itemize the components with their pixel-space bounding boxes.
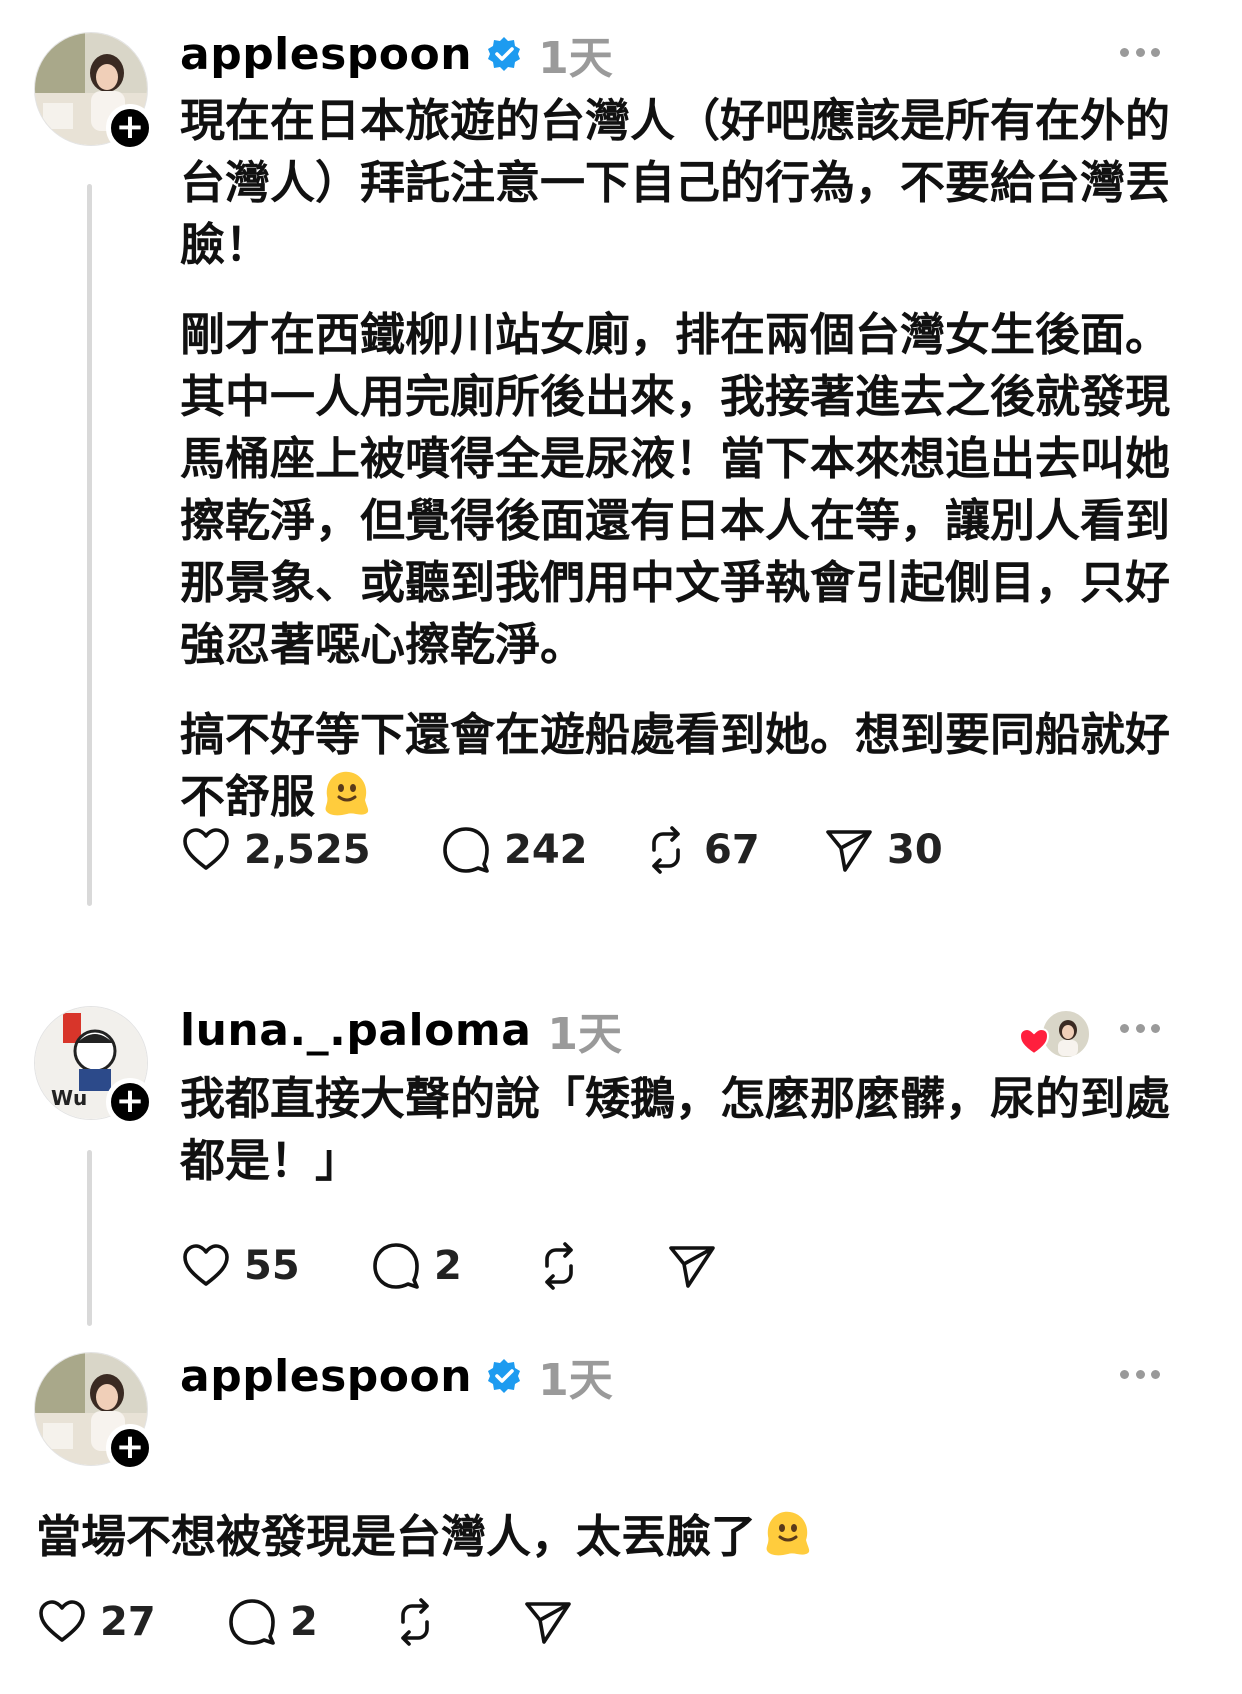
- post-body: 我都直接大聲的說「矮鵝，怎麼那麼髒，尿的到處都是！」: [180, 1068, 1170, 1192]
- like-button[interactable]: 2,525: [180, 824, 440, 876]
- like-button[interactable]: 27: [36, 1596, 226, 1648]
- comment-button[interactable]: 242: [440, 824, 640, 876]
- post-paragraph: 我都直接大聲的說「矮鵝，怎麼那麼髒，尿的到處都是！」: [180, 1072, 1171, 1187]
- svg-text:Wu: Wu: [51, 1086, 87, 1110]
- post-paragraph: 搞不好等下還會在遊船處看到她。想到要同船就好不舒服: [180, 704, 1170, 828]
- like-count: 2,525: [244, 827, 371, 873]
- post-actions: 2,525 242 67 30: [180, 820, 943, 880]
- repost-icon: [401, 1598, 429, 1646]
- username[interactable]: luna._.paloma: [180, 1005, 531, 1056]
- post-actions: 55 2: [180, 1236, 718, 1296]
- comment-button[interactable]: 2: [370, 1240, 533, 1292]
- repost-icon: [652, 826, 680, 874]
- avatar[interactable]: +: [34, 1352, 154, 1472]
- follow-plus-icon[interactable]: +: [106, 104, 154, 152]
- comment-count: 2: [434, 1243, 462, 1289]
- repost-button[interactable]: [533, 1240, 666, 1292]
- thread-post-3: + applespoon 1天 當場不想被發現是台灣人，太丟臉了 27 2: [0, 1330, 1242, 1694]
- heart-icon: [183, 1244, 229, 1286]
- post-paragraph: 剛才在西鐵柳川站女廁，排在兩個台灣女生後面。其中一人用完廁所後出來，我接著進去之…: [180, 308, 1171, 671]
- thread-post-1: + applespoon 1天 現在在日本旅遊的台灣人（好吧應該是所有在外的台灣…: [0, 0, 1242, 910]
- comment-bubble-icon: [373, 1243, 419, 1289]
- melting-face-emoji: [325, 771, 369, 816]
- comment-count: 2: [290, 1599, 318, 1645]
- share-button[interactable]: 30: [823, 824, 943, 876]
- post-paragraph: 現在在日本旅遊的台灣人（好吧應該是所有在外的台灣人）拜託注意一下自己的行為，不要…: [180, 94, 1171, 271]
- more-dots-icon[interactable]: [1120, 48, 1160, 60]
- post-actions: 27 2: [36, 1592, 574, 1652]
- share-count: 30: [887, 827, 943, 873]
- post-body: 現在在日本旅遊的台灣人（好吧應該是所有在外的台灣人）拜託注意一下自己的行為，不要…: [180, 90, 1170, 828]
- comment-button[interactable]: 2: [226, 1596, 389, 1648]
- username[interactable]: applespoon: [180, 29, 472, 80]
- comment-bubble-icon: [229, 1599, 275, 1645]
- username[interactable]: applespoon: [180, 1351, 472, 1402]
- repost-count: 67: [704, 827, 760, 873]
- comment-count: 242: [504, 827, 588, 873]
- thread-connector-line: [87, 1150, 92, 1326]
- heart-icon: [183, 828, 229, 870]
- post-body: 當場不想被發現是台灣人，太丟臉了: [36, 1506, 1136, 1568]
- repost-button[interactable]: 67: [640, 824, 823, 876]
- heart-icon: [39, 1600, 85, 1642]
- avatar[interactable]: Wu +: [34, 1006, 154, 1126]
- share-button[interactable]: [666, 1240, 718, 1292]
- follow-plus-icon[interactable]: +: [106, 1078, 154, 1126]
- verified-badge-icon: [488, 1359, 521, 1393]
- post-header: applespoon 1天: [180, 24, 613, 85]
- send-icon: [525, 1602, 571, 1644]
- send-icon: [826, 830, 872, 872]
- like-count: 55: [244, 1243, 300, 1289]
- post-time: 1天: [538, 33, 613, 84]
- thread-post-2: Wu + luna._.paloma 1天 我都直接大聲的說「矮鵝，怎麼那麼髒，…: [0, 910, 1242, 1330]
- author-liked-indicator: [1018, 1008, 1092, 1062]
- post-header: applespoon 1天: [180, 1346, 613, 1407]
- like-count: 27: [100, 1599, 156, 1645]
- post-paragraph-text: 當場不想被發現是台灣人，太丟臉了: [36, 1510, 757, 1563]
- more-dots-icon[interactable]: [1120, 1024, 1160, 1036]
- thread-connector-line: [87, 184, 92, 906]
- post-header: luna._.paloma 1天: [180, 1000, 623, 1061]
- post-time: 1天: [547, 1009, 623, 1060]
- more-dots-icon[interactable]: [1120, 1370, 1160, 1382]
- share-button[interactable]: [522, 1596, 574, 1648]
- comment-bubble-icon: [443, 827, 489, 873]
- post-paragraph: 當場不想被發現是台灣人，太丟臉了: [36, 1506, 1136, 1568]
- verified-badge-icon: [488, 37, 521, 71]
- repost-button[interactable]: [389, 1596, 522, 1648]
- follow-plus-icon[interactable]: +: [106, 1424, 154, 1472]
- send-icon: [669, 1246, 715, 1288]
- like-button[interactable]: 55: [180, 1240, 370, 1292]
- post-time: 1天: [538, 1355, 613, 1406]
- melting-face-emoji: [766, 1511, 810, 1556]
- repost-icon: [545, 1242, 573, 1290]
- avatar[interactable]: +: [34, 32, 154, 152]
